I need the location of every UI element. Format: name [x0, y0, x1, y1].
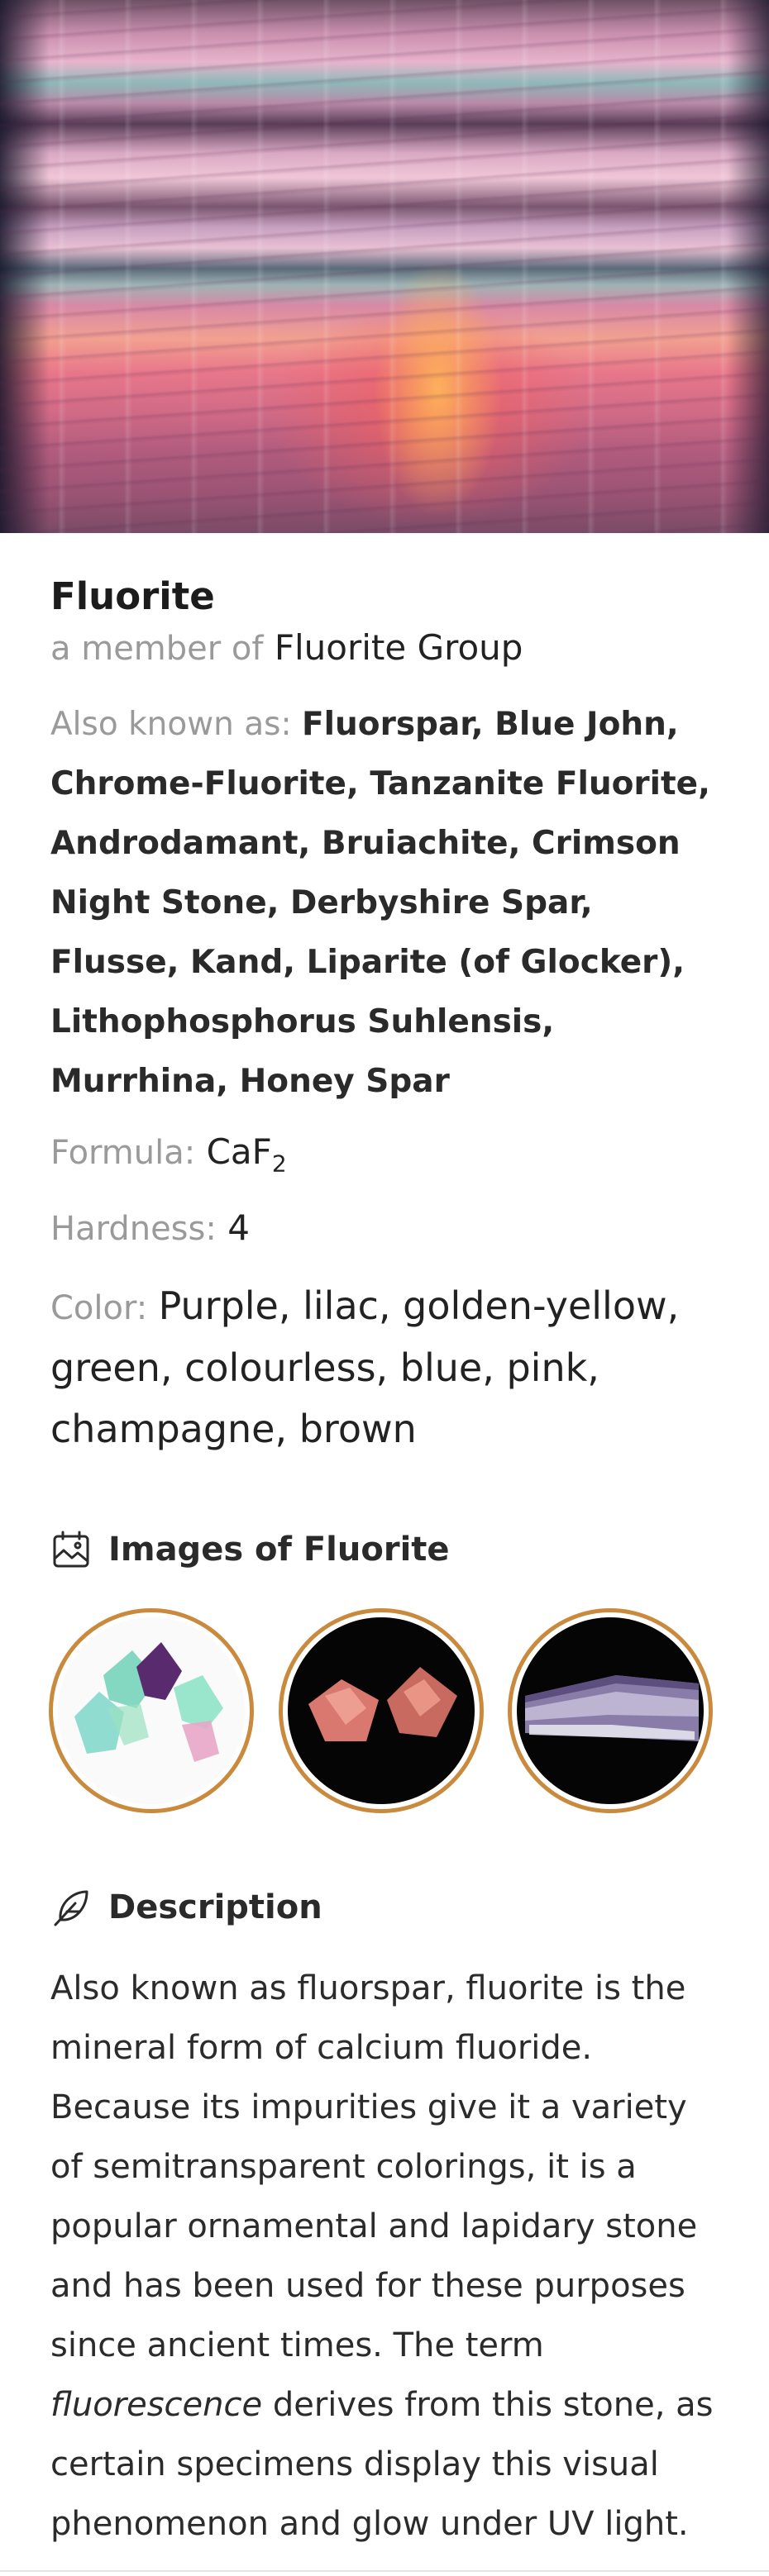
hardness-value: 4 [227, 1207, 250, 1249]
thumbnail-2[interactable] [279, 1608, 484, 1813]
description-italic-term: fluorescence [50, 2386, 263, 2424]
formula-label: Formula: [50, 1134, 196, 1172]
description-section-header: Description [50, 1887, 322, 1928]
formula-row: Formula: CaF2 [50, 1128, 728, 1188]
thumbnail-3-image [517, 1617, 704, 1804]
group-link[interactable]: Fluorite Group [275, 627, 523, 668]
color-label: Color: [50, 1289, 148, 1328]
thumbnail-1[interactable] [49, 1608, 254, 1813]
aka-label: Also known as: [50, 706, 292, 743]
member-prefix: a member of [50, 630, 264, 668]
color-row: Color: Purple, lilac, golden-yellow, gre… [50, 1276, 728, 1460]
aka-value: Fluorspar, Blue John, Chrome-Fluorite, T… [50, 706, 710, 1100]
thumbnail-1-image [58, 1617, 245, 1804]
formula-value: CaF2 [206, 1131, 287, 1178]
hardness-row: Hardness: 4 [50, 1204, 728, 1253]
hero-image [0, 0, 769, 533]
mineral-info: Fluorite a member of Fluorite Group Also… [50, 574, 728, 1460]
thumbnail-2-image [288, 1617, 475, 1804]
description-section-title: Description [108, 1888, 322, 1926]
group-membership: a member of Fluorite Group [50, 625, 728, 672]
thumbnail-3[interactable] [508, 1608, 713, 1813]
hardness-label: Hardness: [50, 1210, 217, 1249]
also-known-as: Also known as: Fluorspar, Blue John, Chr… [50, 695, 728, 1112]
bottom-divider [0, 2570, 769, 2572]
image-gallery-icon [50, 1529, 92, 1570]
description-text: Also known as fluorspar, fluorite is the… [50, 1969, 714, 2543]
page-title: Fluorite [50, 574, 215, 618]
image-thumbnails [49, 1608, 727, 1815]
images-section-title: Images of Fluorite [108, 1531, 450, 1569]
images-section-header: Images of Fluorite [50, 1529, 450, 1570]
feather-pen-icon [50, 1887, 92, 1928]
